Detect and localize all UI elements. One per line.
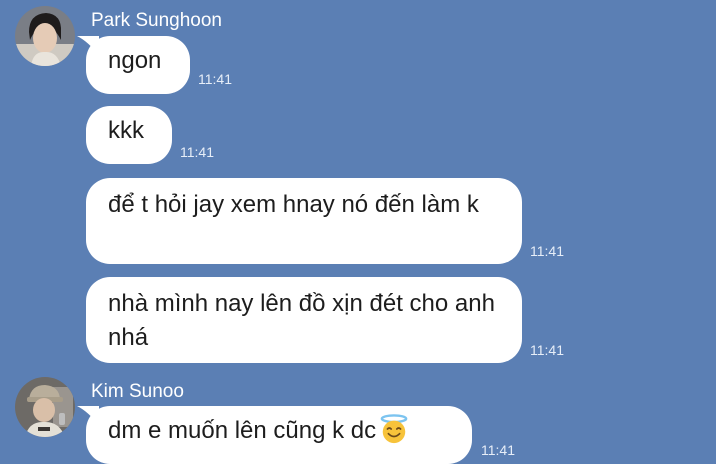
message-text: nhà mình nay lên đồ xịn đét cho anh nhá <box>108 290 495 351</box>
message-timestamp: 11:41 <box>530 243 564 259</box>
sender-name: Park Sunghoon <box>91 10 222 31</box>
message-bubble[interactable]: ngon <box>77 36 190 94</box>
message-text: kkk <box>108 117 144 144</box>
message-timestamp: 11:41 <box>180 144 214 160</box>
message-timestamp: 11:41 <box>481 442 515 458</box>
smiling-face-with-halo-emoji-icon <box>380 414 408 444</box>
profile-photo-icon <box>15 377 75 437</box>
message-bubble[interactable]: nhà mình nay lên đồ xịn đét cho anh nhá <box>86 277 522 363</box>
message-timestamp: 11:41 <box>198 71 232 87</box>
message-bubble[interactable]: kkk <box>86 106 172 164</box>
profile-photo-icon <box>15 6 75 66</box>
sender-name: Kim Sunoo <box>91 381 184 402</box>
message-timestamp: 11:41 <box>530 342 564 358</box>
chat-window[interactable]: Park Sunghoon ngon 11:41 kkk 11:41 để t … <box>0 0 716 464</box>
message-text: để t hỏi jay xem hnay nó đến làm k <box>108 191 479 218</box>
bubble-tail-icon <box>77 36 99 56</box>
message-bubble[interactable]: dm e muốn lên cũng k dc <box>77 406 472 464</box>
bubble-tail-icon <box>77 406 99 426</box>
message-text: dm e muốn lên cũng k dc <box>108 417 377 444</box>
message-text: ngon <box>108 47 162 74</box>
avatar[interactable] <box>15 377 75 437</box>
avatar[interactable] <box>15 6 75 66</box>
message-bubble[interactable]: để t hỏi jay xem hnay nó đến làm k <box>86 178 522 264</box>
